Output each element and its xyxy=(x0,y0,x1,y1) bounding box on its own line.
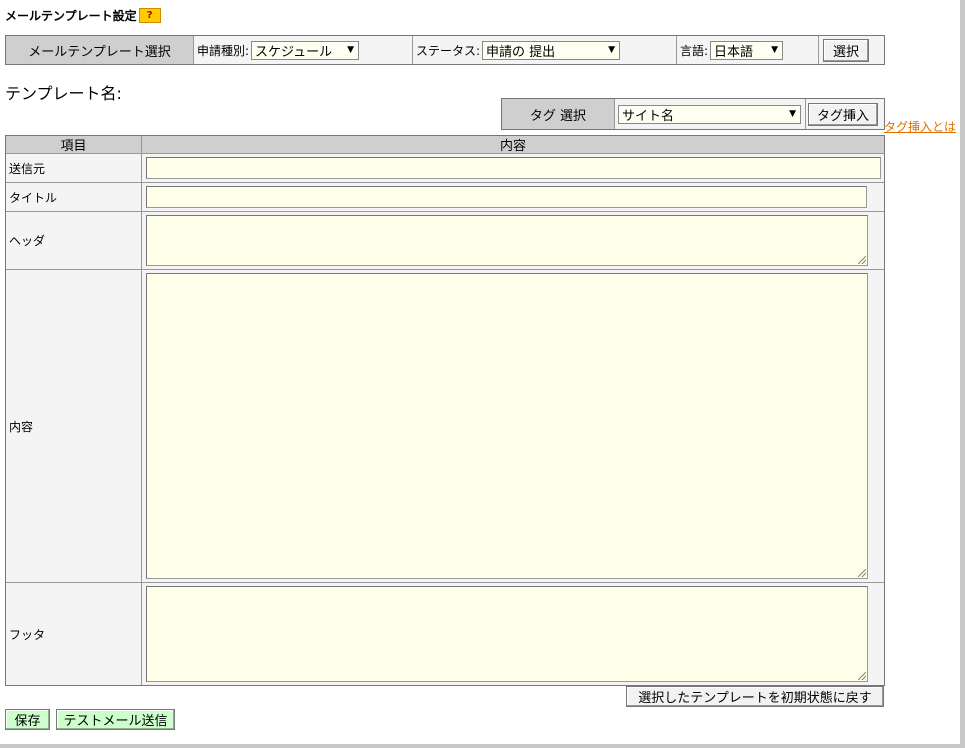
test-mail-send-button[interactable]: テストメール送信 xyxy=(56,709,175,730)
column-header-item: 項目 xyxy=(6,136,142,154)
tag-insert-button[interactable]: タグ挿入 xyxy=(808,102,878,126)
tag-selector-bar: タグ 選択 サイト名 ▼ タグ挿入 xyxy=(501,98,885,130)
title-cell xyxy=(142,183,884,211)
resize-grip-icon[interactable] xyxy=(858,256,866,264)
language-value: 日本語 xyxy=(714,44,754,60)
resize-grip-icon[interactable] xyxy=(858,569,866,577)
dropdown-arrow-icon: ▼ xyxy=(789,109,796,119)
language-select[interactable]: 日本語 ▼ xyxy=(710,40,784,60)
request-type-select[interactable]: スケジュール ▼ xyxy=(251,40,360,60)
header-textarea[interactable] xyxy=(146,215,868,266)
reset-template-button[interactable]: 選択したテンプレートを初期状態に戻す xyxy=(626,686,884,707)
tag-select-value: サイト名 xyxy=(622,108,675,124)
template-select-label: メールテンプレート選択 xyxy=(6,36,194,64)
save-button[interactable]: 保存 xyxy=(5,709,50,730)
table-row-sender: 送信元 xyxy=(6,154,884,183)
row-label-header: ヘッダ xyxy=(6,212,142,269)
select-button[interactable]: 選択 xyxy=(823,38,869,62)
body-textarea[interactable] xyxy=(146,273,868,579)
tag-select[interactable]: サイト名 ▼ xyxy=(618,104,801,124)
tag-insert-cell: タグ挿入 xyxy=(806,99,884,129)
status-label: ステータス: xyxy=(416,43,481,58)
sender-input[interactable] xyxy=(146,157,881,179)
help-icon[interactable]: ? xyxy=(138,8,161,23)
tag-insert-help-link[interactable]: タグ挿入とは xyxy=(884,118,956,135)
language-label: 言語: xyxy=(680,43,709,58)
body-cell xyxy=(142,270,884,582)
request-type-value: スケジュール xyxy=(255,44,333,60)
tag-select-cell: サイト名 ▼ xyxy=(615,99,806,129)
status-select[interactable]: 申請の 提出 ▼ xyxy=(482,40,621,60)
title-input[interactable] xyxy=(146,186,867,208)
row-label-footer: フッタ xyxy=(6,583,142,685)
template-selector-bar: メールテンプレート選択 申請種別: スケジュール ▼ ステータス: 申請の 提出… xyxy=(5,35,885,65)
row-label-title: タイトル xyxy=(6,183,142,211)
table-row-footer: フッタ xyxy=(6,583,884,685)
template-name-label: テンプレート名: xyxy=(5,84,122,103)
status-cell: ステータス: 申請の 提出 ▼ xyxy=(413,36,677,64)
table-row-body: 内容 xyxy=(6,270,884,583)
page-title-text: メールテンプレート設定 xyxy=(5,9,137,23)
table-header-row: 項目 内容 xyxy=(6,136,884,154)
page-title: メールテンプレート設定 ? xyxy=(5,7,161,24)
dropdown-arrow-icon: ▼ xyxy=(347,45,355,55)
language-cell: 言語: 日本語 ▼ xyxy=(677,36,819,64)
tag-select-label: タグ 選択 xyxy=(502,99,615,129)
dropdown-arrow-icon: ▼ xyxy=(608,45,616,55)
row-label-body: 内容 xyxy=(6,270,142,582)
table-row-title: タイトル xyxy=(6,183,884,212)
request-type-label: 申請種別: xyxy=(197,43,250,58)
row-label-sender: 送信元 xyxy=(6,154,142,182)
sender-cell xyxy=(142,154,884,182)
status-value: 申請の 提出 xyxy=(486,44,556,60)
header-cell xyxy=(142,212,884,269)
table-row-header: ヘッダ xyxy=(6,212,884,270)
footer-cell xyxy=(142,583,884,685)
footer-textarea[interactable] xyxy=(146,586,868,682)
window-frame-bottom xyxy=(0,744,965,748)
column-header-content: 内容 xyxy=(142,136,884,154)
template-form-table: 項目 内容 送信元 タイトル ヘッダ 内容 フッタ xyxy=(5,135,885,686)
resize-grip-icon[interactable] xyxy=(858,672,866,680)
dropdown-arrow-icon: ▼ xyxy=(771,45,779,55)
window-frame-right xyxy=(960,0,965,748)
select-button-cell: 選択 xyxy=(819,36,884,64)
request-type-cell: 申請種別: スケジュール ▼ xyxy=(194,36,413,64)
